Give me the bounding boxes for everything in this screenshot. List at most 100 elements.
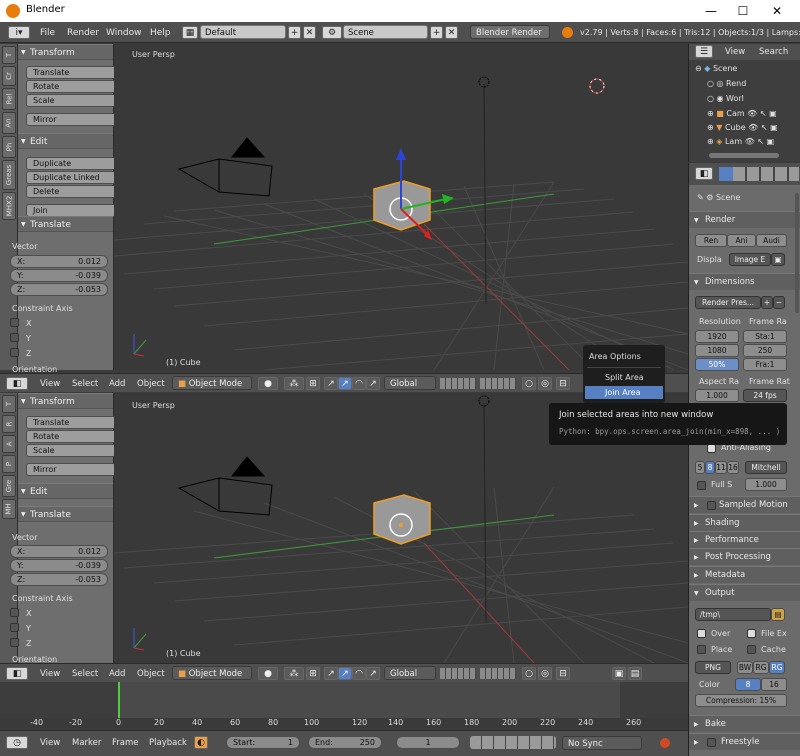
tab-tools-bottom[interactable]: T xyxy=(2,395,16,413)
scale-button-bottom[interactable]: Scale xyxy=(26,444,116,457)
vp-bottom-view-menu[interactable]: View xyxy=(40,669,60,679)
vp-bottom-select-menu[interactable]: Select xyxy=(72,669,98,679)
timeline-view-menu[interactable]: View xyxy=(40,738,60,748)
timeline-current-field[interactable]: 1 xyxy=(396,736,460,749)
color-rgb-button[interactable]: RG xyxy=(753,661,769,674)
vp-top-render-icon[interactable]: ⊟ xyxy=(556,377,570,390)
panel-edit-header[interactable]: Edit xyxy=(18,133,113,150)
outliner-search-menu[interactable]: Search xyxy=(759,47,788,57)
sampled-motion-panel-header[interactable]: Sampled Motion xyxy=(689,496,800,514)
cache-result-checkbox[interactable] xyxy=(747,645,756,654)
vector-y-field-bottom[interactable]: Y: -0.039 xyxy=(10,559,108,572)
editor-type-timeline-icon[interactable]: ◷ xyxy=(6,736,28,749)
color-bw-button[interactable]: BW xyxy=(737,661,753,674)
vp-top-scale-icon[interactable]: ↗ xyxy=(366,377,380,390)
render-animation-button[interactable]: Ani xyxy=(727,234,756,247)
vp-top-pivot-icon[interactable]: ⁂ xyxy=(284,377,304,390)
vp-bottom-proportional-icon[interactable]: ◎ xyxy=(538,667,552,680)
vp-top-rotate-icon[interactable]: ◠ xyxy=(352,377,366,390)
vp-bottom-shading-icon[interactable]: ● xyxy=(258,667,278,680)
panel-transform-header-bottom[interactable]: Transform xyxy=(18,393,113,410)
rotate-button[interactable]: Rotate xyxy=(26,80,116,93)
outliner-view-menu[interactable]: View xyxy=(725,47,745,57)
properties-scrollbar[interactable] xyxy=(795,193,799,313)
bake-panel-header[interactable]: Bake xyxy=(689,715,800,733)
rotate-button-bottom[interactable]: Rotate xyxy=(26,430,116,443)
record-icon[interactable] xyxy=(660,738,670,748)
placeholders-checkbox[interactable] xyxy=(697,645,706,654)
menu-render[interactable]: Render xyxy=(67,28,99,38)
vp-top-manipulator-icon[interactable]: ⊞ xyxy=(306,377,320,390)
playback-controls-icon[interactable] xyxy=(470,736,556,749)
vp-bottom-opengl-anim-icon[interactable]: ▤ xyxy=(628,667,642,680)
frame-rate-select[interactable]: 24 fps xyxy=(743,389,787,402)
translate-button-bottom[interactable]: Translate xyxy=(26,416,116,429)
file-extensions-checkbox[interactable] xyxy=(747,629,756,638)
color-depth-16[interactable]: 16 xyxy=(761,678,787,691)
timeline-frame-menu[interactable]: Frame xyxy=(112,738,138,748)
timeline-current-frame[interactable] xyxy=(118,682,120,718)
output-panel-header[interactable]: Output xyxy=(689,584,800,602)
timeline-area[interactable]: -40 -20 0 20 40 60 80 100 120 140 160 18… xyxy=(0,682,688,729)
screen-layout-select[interactable]: Default xyxy=(200,25,286,39)
vp-bottom-layers-icon[interactable] xyxy=(440,668,476,679)
tab-mhx2[interactable]: MHX2 xyxy=(2,192,16,220)
vp-top-add-menu[interactable]: Add xyxy=(109,379,125,389)
operator-translate-header-bottom[interactable]: Translate xyxy=(18,506,113,523)
constraint-z-checkbox[interactable] xyxy=(10,348,19,357)
output-folder-icon[interactable]: ▤ xyxy=(771,608,785,621)
vp-bottom-manipulator-icon[interactable]: ⊞ xyxy=(306,667,320,680)
timeline-end-field[interactable]: End: 250 xyxy=(308,736,382,749)
aa-samples-8[interactable]: 8 xyxy=(705,461,715,474)
remove-scene-icon[interactable]: ✕ xyxy=(445,26,458,39)
vp-top-orientation-select[interactable]: Global xyxy=(384,376,436,390)
aa-samples-16[interactable]: 16 xyxy=(727,461,739,474)
vp-top-layers-icon[interactable] xyxy=(440,378,476,389)
remove-layout-icon[interactable]: ✕ xyxy=(303,26,316,39)
display-lock-icon[interactable]: ▣ xyxy=(771,253,785,266)
vector-z-field-bottom[interactable]: Z: -0.053 xyxy=(10,573,108,586)
editor-type-outliner-icon[interactable]: ☰ xyxy=(695,45,713,58)
operator-translate-header[interactable]: Translate xyxy=(18,216,113,233)
vp-bottom-mode-select[interactable]: ■ Object Mode xyxy=(172,666,252,680)
display-select[interactable]: Image E xyxy=(729,253,771,266)
editor-type-3d-icon-bottom[interactable]: ◧ xyxy=(6,667,28,680)
delete-button[interactable]: Delete xyxy=(26,185,116,198)
color-depth-8[interactable]: 8 xyxy=(735,678,761,691)
tab-relations[interactable]: Rel xyxy=(2,88,16,110)
screen-layout-icon[interactable]: ▦ xyxy=(182,26,198,39)
constraint-x-checkbox-bottom[interactable] xyxy=(10,608,19,617)
outliner-render-row[interactable]: ○ ◎ Rend xyxy=(707,79,746,88)
outliner-world-row[interactable]: ○ ◉ Worl xyxy=(707,94,744,103)
menu-file[interactable]: File xyxy=(40,28,55,38)
vp-top-view-menu[interactable]: View xyxy=(40,379,60,389)
outliner-cube-row[interactable]: ⊕ ▼ Cube 👁 ↖ ▣ xyxy=(707,123,778,132)
output-path-field[interactable]: /tmp\ xyxy=(695,608,771,621)
panel-transform-header[interactable]: Transform xyxy=(18,44,113,61)
compression-slider[interactable]: Compression: 15% xyxy=(695,694,787,707)
vector-x-field-bottom[interactable]: X: 0.012 xyxy=(10,545,108,558)
vp-top-select-menu[interactable]: Select xyxy=(72,379,98,389)
editor-type-properties-icon[interactable]: ◧ xyxy=(695,167,713,180)
render-presets-select[interactable]: Render Pres... xyxy=(695,296,761,309)
aa-samples-11[interactable]: 11 xyxy=(715,461,727,474)
scale-button[interactable]: Scale xyxy=(26,94,116,107)
vector-y-field[interactable]: Y: -0.039 xyxy=(10,269,108,282)
vp-bottom-render-icon[interactable]: ⊟ xyxy=(556,667,570,680)
vp-bottom-scale-icon[interactable]: ↗ xyxy=(366,667,380,680)
frame-step-field[interactable]: Fra:1 xyxy=(743,358,787,371)
outliner-lamp-row[interactable]: ⊕ ◈ Lam 👁 ↖ ▣ xyxy=(707,137,774,146)
vp-top-layers2-icon[interactable] xyxy=(480,378,516,389)
outliner-camera-row[interactable]: ⊕ ■ Cam 👁 ↖ ▣ xyxy=(707,109,777,118)
frame-start-field[interactable]: Sta:1 xyxy=(743,330,787,343)
vp-top-object-menu[interactable]: Object xyxy=(137,379,165,389)
vp-bottom-snap-icon[interactable]: ○ xyxy=(522,667,536,680)
render-image-button[interactable]: Ren xyxy=(695,234,727,247)
maximize-button[interactable]: ☐ xyxy=(726,0,760,22)
panel-edit-header-bottom[interactable]: Edit xyxy=(18,483,113,500)
vp-top-translate-icon[interactable]: ↗ xyxy=(324,377,338,390)
split-area-item[interactable]: Split Area xyxy=(605,373,644,382)
editor-type-3d-icon[interactable]: ◧ xyxy=(6,377,28,390)
menu-help[interactable]: Help xyxy=(150,28,171,38)
full-sample-checkbox[interactable] xyxy=(697,481,706,490)
